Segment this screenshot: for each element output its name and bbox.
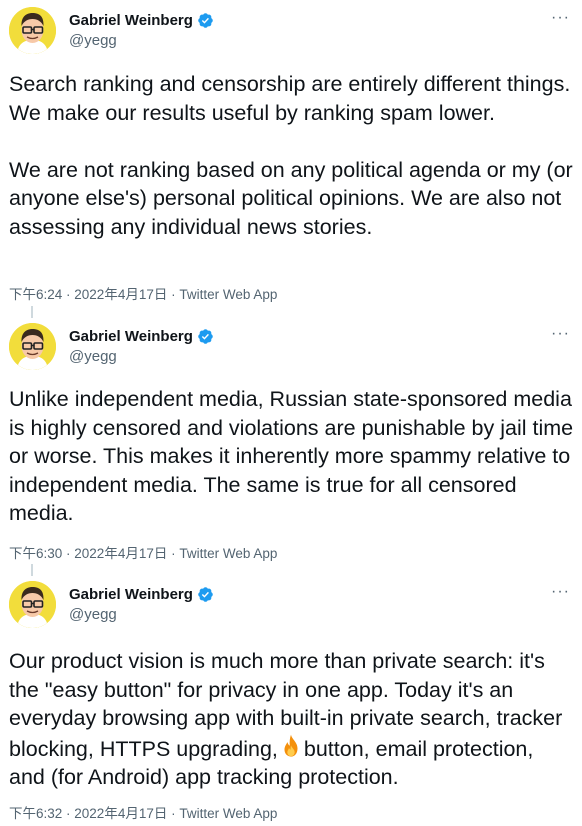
tweet-date[interactable]: 2022年4月17日 bbox=[74, 546, 167, 561]
tweet-time[interactable]: 下午6:32 bbox=[9, 806, 62, 821]
verified-badge-icon bbox=[198, 328, 213, 344]
meta-separator: · bbox=[167, 546, 180, 561]
tweet-date[interactable]: 2022年4月17日 bbox=[74, 287, 167, 302]
tweet-source: Twitter Web App bbox=[179, 546, 278, 561]
tweet-text: Our product vision is much more than pri… bbox=[9, 647, 575, 792]
avatar[interactable] bbox=[9, 323, 56, 370]
meta-separator: · bbox=[62, 806, 75, 821]
author-handle[interactable]: @yegg bbox=[69, 32, 117, 49]
verified-badge-icon bbox=[198, 586, 213, 602]
fire-icon bbox=[284, 734, 298, 757]
tweet-text: Search ranking and censorship are entire… bbox=[9, 72, 573, 239]
author-handle[interactable]: @yegg bbox=[69, 606, 117, 623]
avatar-illustration bbox=[9, 323, 56, 370]
avatar[interactable] bbox=[9, 581, 56, 628]
meta-separator: · bbox=[167, 806, 180, 821]
tweet-source: Twitter Web App bbox=[179, 806, 278, 821]
tweet-meta: 下午6:24 · 2022年4月17日 · Twitter Web App bbox=[9, 283, 277, 303]
thread-connector bbox=[31, 564, 33, 576]
author-name[interactable]: Gabriel Weinberg bbox=[69, 586, 193, 603]
author-name[interactable]: Gabriel Weinberg bbox=[69, 12, 193, 29]
author-name[interactable]: Gabriel Weinberg bbox=[69, 328, 193, 345]
tweet-meta: 下午6:32 · 2022年4月17日 · Twitter Web App bbox=[9, 802, 277, 822]
more-options-icon[interactable]: ··· bbox=[551, 10, 570, 26]
more-options-icon[interactable]: ··· bbox=[551, 326, 570, 342]
tweet-meta: 下午6:30 · 2022年4月17日 · Twitter Web App bbox=[9, 542, 277, 562]
tweet-date[interactable]: 2022年4月17日 bbox=[74, 806, 167, 821]
more-options-icon[interactable]: ··· bbox=[551, 584, 570, 600]
avatar-illustration bbox=[9, 581, 56, 628]
meta-separator: · bbox=[167, 287, 180, 302]
author-handle[interactable]: @yegg bbox=[69, 348, 117, 365]
tweet-text: Unlike independent media, Russian state-… bbox=[9, 387, 580, 525]
verified-badge-icon bbox=[198, 12, 213, 28]
tweet-time[interactable]: 下午6:24 bbox=[9, 287, 62, 302]
tweet-time[interactable]: 下午6:30 bbox=[9, 546, 62, 561]
avatar[interactable] bbox=[9, 7, 56, 54]
thread-connector bbox=[31, 306, 33, 318]
tweet-source: Twitter Web App bbox=[179, 287, 278, 302]
avatar-illustration bbox=[9, 7, 56, 54]
meta-separator: · bbox=[62, 287, 75, 302]
meta-separator: · bbox=[62, 546, 75, 561]
